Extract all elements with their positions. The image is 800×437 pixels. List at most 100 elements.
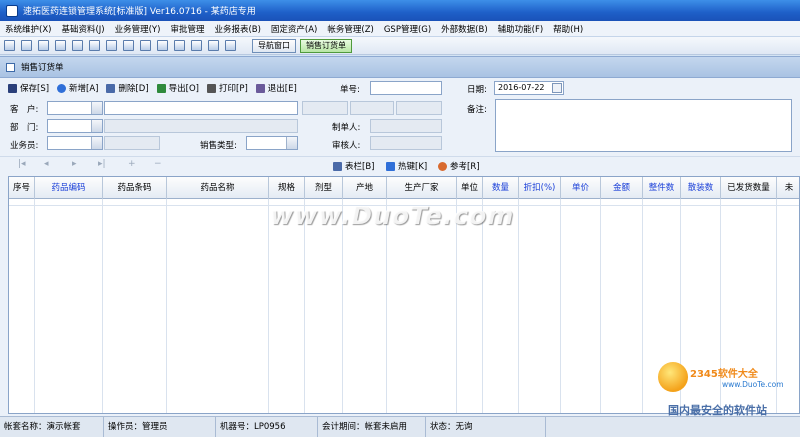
col-header-bulk[interactable]: 散装数 — [681, 177, 721, 199]
chevron-down-icon[interactable] — [91, 120, 102, 132]
title-bar: 速拓医药连锁管理系统[标准版] Ver16.0716 - 某药店专用 — [0, 0, 800, 21]
menu-help[interactable]: 帮助(H) — [548, 23, 588, 35]
chevron-down-icon[interactable] — [91, 137, 102, 149]
date-value: 2016-07-22 — [498, 83, 545, 92]
export-button[interactable]: 导出[O] — [156, 82, 199, 94]
status-account: 帐套名称：演示帐套 — [0, 417, 104, 437]
list-icon[interactable] — [21, 40, 32, 51]
prev-record-icon[interactable]: ◂ — [44, 159, 49, 169]
columns-button[interactable]: 表栏[B] — [333, 160, 374, 172]
folder-icon[interactable] — [140, 40, 151, 51]
menu-basic-data[interactable]: 基础资料(J) — [56, 23, 109, 35]
exit-icon[interactable] — [225, 40, 236, 51]
save-button[interactable]: 保存[S] — [8, 82, 49, 94]
subwindow-title: 销售订货单 — [0, 59, 130, 75]
menu-system[interactable]: 系统维护(X) — [0, 23, 56, 35]
status-state: 状态：无询 — [426, 417, 546, 437]
col-header-spec[interactable]: 规格 — [269, 177, 305, 199]
delete-button[interactable]: 删除[D] — [106, 82, 149, 94]
salesperson-combo[interactable] — [47, 136, 103, 150]
col-header-unit-price[interactable]: 单价 — [561, 177, 601, 199]
chevron-down-icon[interactable] — [91, 102, 102, 114]
date-field[interactable]: 2016-07-22 — [494, 81, 564, 95]
col-divider — [35, 199, 103, 413]
reference-button[interactable]: 参考[R] — [438, 160, 480, 172]
menu-assets[interactable]: 固定资产(A) — [266, 23, 322, 35]
menu-business[interactable]: 业务管理(Y) — [110, 23, 166, 35]
menu-reports[interactable]: 业务报表(B) — [209, 23, 265, 35]
last-record-icon[interactable]: ▸| — [98, 159, 106, 169]
col-header-amount[interactable]: 金额 — [601, 177, 643, 199]
print-icon[interactable] — [191, 40, 202, 51]
chart-icon[interactable] — [89, 40, 100, 51]
window-icon[interactable] — [4, 40, 15, 51]
report-icon[interactable] — [106, 40, 117, 51]
dept-name-field — [104, 119, 298, 133]
col-header-unit[interactable]: 单位 — [457, 177, 483, 199]
help-icon[interactable] — [208, 40, 219, 51]
col-header-unshipped[interactable]: 未 — [777, 177, 799, 199]
grid-header: 序号 药品编码 药品条码 药品名称 规格 剂型 产地 生产厂家 单位 数量 折扣… — [9, 177, 799, 199]
col-header-discount[interactable]: 折扣(%) — [519, 177, 561, 199]
col-header-manufacturer[interactable]: 生产厂家 — [387, 177, 457, 199]
customer-code-combo[interactable] — [47, 101, 103, 115]
print-button[interactable]: 打印[P] — [207, 82, 248, 94]
order-no-field[interactable] — [370, 81, 442, 95]
hotkey-button[interactable]: 热键[K] — [386, 160, 427, 172]
col-header-shipped-qty[interactable]: 已发货数量 — [721, 177, 777, 199]
date-spin-icon[interactable] — [552, 83, 562, 93]
remark-field[interactable] — [495, 99, 792, 152]
col-header-dosage-form[interactable]: 剂型 — [305, 177, 343, 199]
document-icon[interactable] — [38, 40, 49, 51]
cross-icon — [106, 83, 116, 93]
col-header-barcode[interactable]: 药品条码 — [103, 177, 167, 199]
settings-icon[interactable] — [123, 40, 134, 51]
chevron-down-icon[interactable] — [286, 137, 297, 149]
menu-bar: 系统维护(X) 基础资料(J) 业务管理(Y) 审批管理 业务报表(B) 固定资… — [0, 21, 800, 37]
menu-tools[interactable]: 辅助功能(F) — [493, 23, 549, 35]
brand-url: www.DuoTe.com — [722, 380, 784, 389]
plus-icon — [57, 83, 67, 93]
col-header-quantity[interactable]: 数量 — [483, 177, 519, 199]
sales-order-tab-button[interactable]: 销售订货单 — [300, 38, 352, 53]
notes-icon[interactable] — [157, 40, 168, 51]
col-header-drug-name[interactable]: 药品名称 — [167, 177, 269, 199]
col-divider — [167, 199, 269, 413]
form-icon — [6, 62, 15, 72]
col-divider — [387, 199, 457, 413]
menu-external-data[interactable]: 外部数据(B) — [436, 23, 492, 35]
customer-name-field[interactable] — [104, 101, 298, 115]
mascot-logo-icon — [658, 362, 688, 392]
col-header-whole-pieces[interactable]: 整件数 — [643, 177, 681, 199]
remove-record-icon[interactable]: − — [154, 159, 162, 169]
exit-button[interactable]: 退出[E] — [255, 82, 297, 94]
menu-accounts[interactable]: 帐务管理(Z) — [322, 23, 378, 35]
col-header-origin[interactable]: 产地 — [343, 177, 387, 199]
dept-combo[interactable] — [47, 119, 103, 133]
first-record-icon[interactable]: |◂ — [18, 159, 26, 169]
col-header-drug-code[interactable]: 药品编码 — [35, 177, 103, 199]
menu-gsp[interactable]: GSP管理(G) — [379, 23, 436, 35]
col-divider — [561, 199, 601, 413]
add-button[interactable]: 新增[A] — [57, 82, 98, 94]
salesperson-name-field — [104, 136, 160, 150]
col-header-index[interactable]: 序号 — [9, 177, 35, 199]
save-icon[interactable] — [174, 40, 185, 51]
customer-info-2 — [350, 101, 394, 115]
col-divider — [457, 199, 483, 413]
excel-icon — [156, 83, 166, 93]
import-icon[interactable] — [55, 40, 66, 51]
date-label: 日期: — [467, 85, 487, 95]
sales-type-combo[interactable] — [246, 136, 298, 150]
menu-approval[interactable]: 审批管理 — [165, 23, 209, 35]
next-record-icon[interactable]: ▸ — [72, 159, 77, 169]
col-divider — [483, 199, 519, 413]
order-no-label: 单号: — [340, 85, 360, 95]
sales-type-label: 销售类型: — [200, 141, 237, 151]
col-divider — [103, 199, 167, 413]
status-bar: 帐套名称：演示帐套 操作员：管理员 机器号：LP0956 会计期间：帐套未启用 … — [0, 416, 800, 437]
auditor-field — [370, 136, 442, 150]
insert-record-icon[interactable]: + — [128, 159, 136, 169]
export-icon[interactable] — [72, 40, 83, 51]
nav-window-button[interactable]: 导航窗口 — [252, 38, 296, 53]
